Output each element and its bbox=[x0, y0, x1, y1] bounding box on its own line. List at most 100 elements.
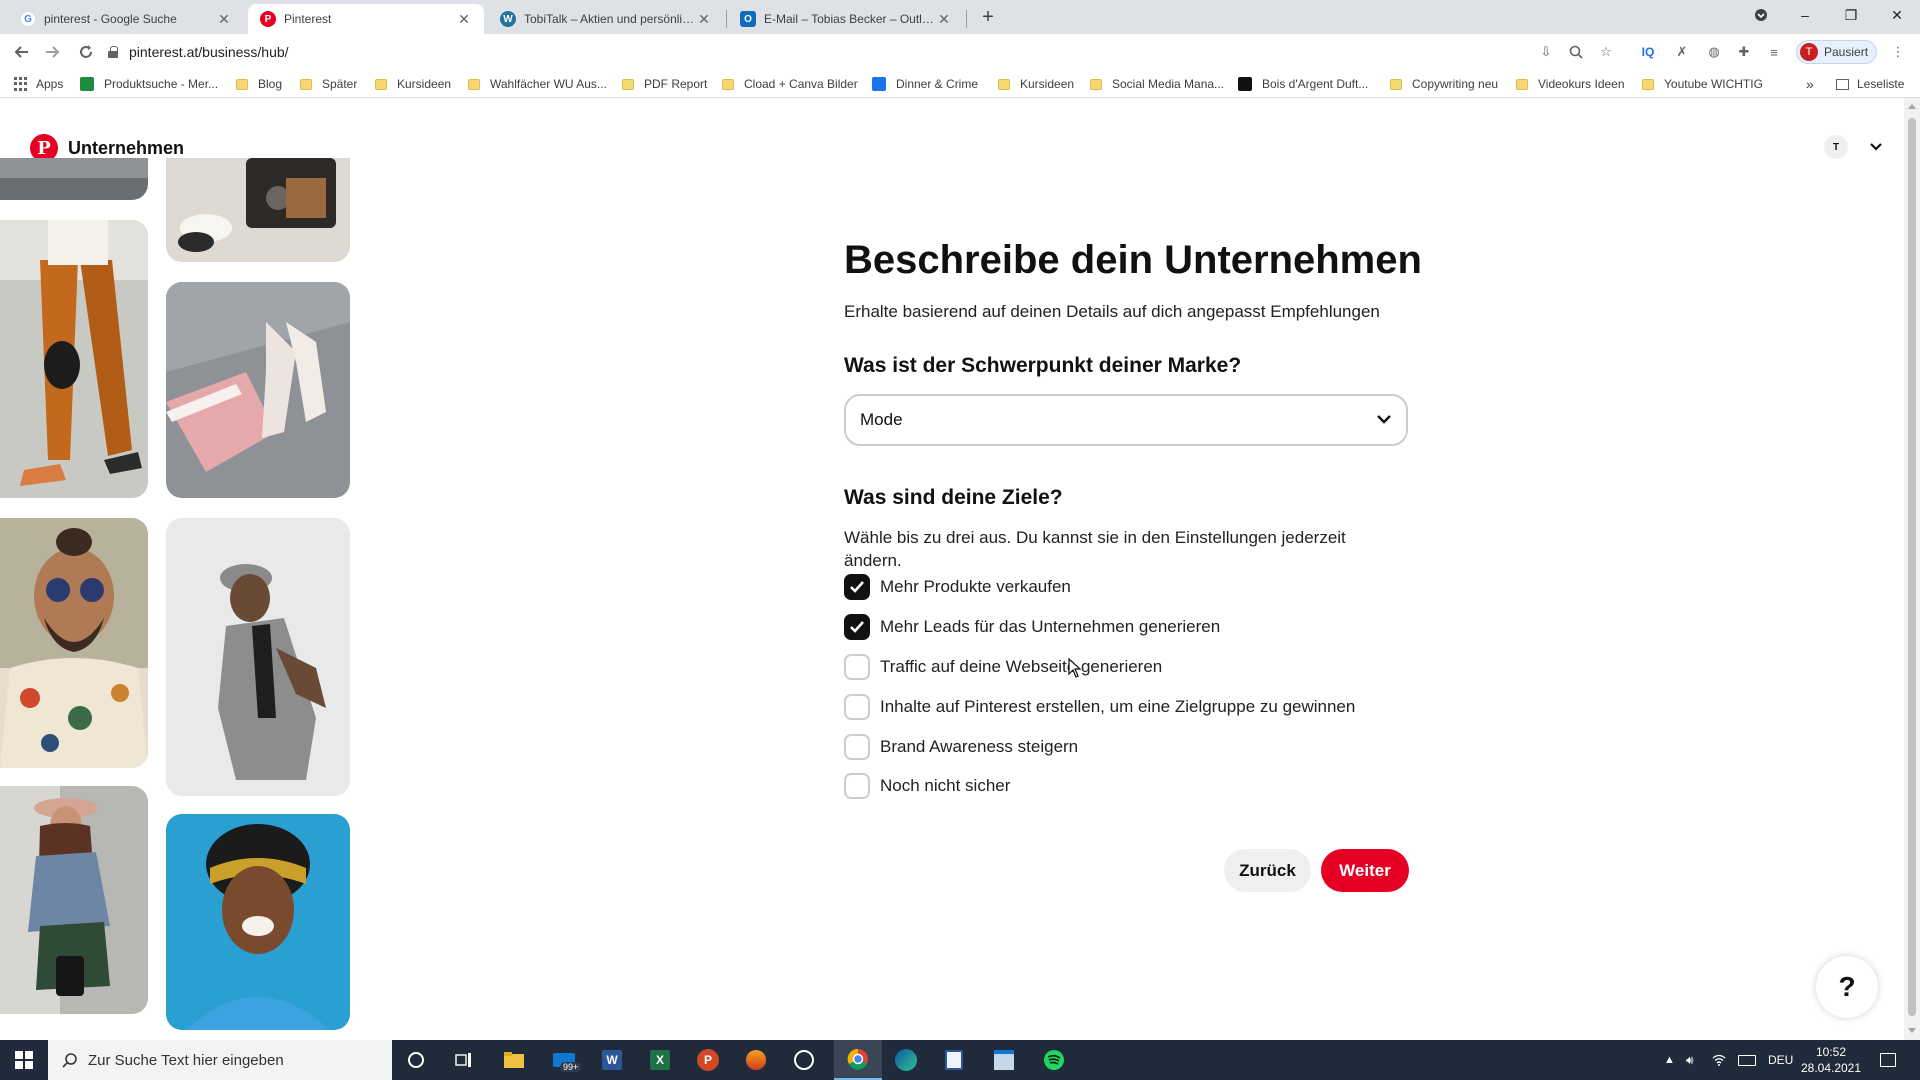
back-button[interactable]: Zurück bbox=[1224, 849, 1311, 892]
clock-date: 28.04.2021 bbox=[1800, 1061, 1862, 1075]
avatar[interactable]: T bbox=[1824, 135, 1848, 159]
minimize-icon[interactable]: – bbox=[1782, 0, 1828, 30]
excel-icon[interactable]: X bbox=[636, 1040, 684, 1080]
checkbox-checked[interactable] bbox=[844, 614, 870, 640]
next-button[interactable]: Weiter bbox=[1321, 849, 1409, 892]
bookmark-apps[interactable]: Apps bbox=[14, 75, 63, 93]
powerpoint-icon[interactable]: P bbox=[684, 1040, 732, 1080]
page-scrollbar[interactable] bbox=[1904, 98, 1920, 1040]
goal-option[interactable]: Traffic auf deine Webseite generieren bbox=[844, 653, 1162, 681]
notification-icon[interactable] bbox=[1880, 1040, 1896, 1080]
checkbox[interactable] bbox=[844, 773, 870, 799]
folder-icon bbox=[1516, 78, 1528, 90]
goal-option[interactable]: Noch nicht sicher bbox=[844, 772, 1010, 800]
volume-icon[interactable]: 🔊︎ bbox=[1686, 1040, 1694, 1080]
folder-icon bbox=[722, 78, 734, 90]
media-queue-icon[interactable]: ≡ bbox=[1764, 42, 1784, 62]
scroll-down-arrow-icon[interactable] bbox=[1908, 1028, 1916, 1033]
bookmark-dinner-crime[interactable]: Dinner & Crime bbox=[872, 75, 978, 93]
checkbox[interactable] bbox=[844, 734, 870, 760]
edge-icon[interactable] bbox=[882, 1040, 930, 1080]
chevron-down-icon[interactable] bbox=[1866, 135, 1886, 159]
bookmark-kursideen-2[interactable]: Kursideen bbox=[998, 75, 1074, 93]
scroll-up-arrow-icon[interactable] bbox=[1908, 104, 1916, 109]
bookmark-social-media[interactable]: Social Media Mana... bbox=[1090, 75, 1224, 93]
restore-icon[interactable]: ❐ bbox=[1828, 0, 1874, 30]
goal-option[interactable]: Mehr Produkte verkaufen bbox=[844, 573, 1071, 601]
new-tab-button[interactable]: + bbox=[976, 6, 1000, 30]
reload-icon[interactable] bbox=[74, 40, 98, 64]
install-app-icon[interactable]: ⇩ bbox=[1536, 42, 1556, 62]
chrome-icon[interactable] bbox=[834, 1040, 882, 1080]
app-window-icon[interactable] bbox=[980, 1040, 1028, 1080]
zoom-icon[interactable] bbox=[1566, 42, 1586, 62]
tab-search-icon[interactable] bbox=[1738, 0, 1784, 30]
goal-label: Inhalte auf Pinterest erstellen, um eine… bbox=[880, 697, 1356, 716]
goals-hint: Wähle bis zu drei aus. Du kannst sie in … bbox=[844, 528, 1346, 570]
word-icon[interactable]: W bbox=[588, 1040, 636, 1080]
extension-iq-icon[interactable]: IQ bbox=[1638, 42, 1658, 62]
checkbox[interactable] bbox=[844, 694, 870, 720]
keyboard-icon[interactable] bbox=[1738, 1040, 1756, 1080]
black-square-icon bbox=[1238, 77, 1252, 91]
windows-start-button[interactable] bbox=[0, 1040, 48, 1080]
address-bar[interactable]: pinterest.at/business/hub/ bbox=[108, 37, 1608, 67]
cortana-icon[interactable] bbox=[392, 1040, 440, 1080]
reading-list-icon bbox=[1836, 78, 1849, 90]
photo-tile bbox=[166, 814, 350, 1030]
brand-focus-select[interactable]: Mode bbox=[844, 394, 1408, 446]
close-window-icon[interactable]: ✕ bbox=[1874, 0, 1920, 30]
forward-arrow-icon[interactable] bbox=[40, 40, 64, 64]
bookmark-kursideen[interactable]: Kursideen bbox=[375, 75, 451, 93]
browser-tab-bar: G pinterest - Google Suche ✕ P Pinterest… bbox=[0, 0, 1920, 34]
bookmark-star-icon[interactable]: ☆ bbox=[1596, 42, 1616, 62]
obs-icon[interactable] bbox=[780, 1040, 828, 1080]
bookmark-spaeter[interactable]: Später bbox=[300, 75, 357, 93]
taskbar-search-input[interactable]: Zur Suche Text hier eingeben bbox=[48, 1040, 392, 1080]
task-view-icon[interactable] bbox=[440, 1040, 488, 1080]
back-arrow-icon[interactable] bbox=[10, 40, 34, 64]
app-blue-doc-icon[interactable] bbox=[930, 1040, 978, 1080]
bookmark-blog[interactable]: Blog bbox=[236, 75, 282, 93]
bookmark-pdf-report[interactable]: PDF Report bbox=[622, 75, 707, 93]
close-icon[interactable]: ✕ bbox=[456, 11, 472, 27]
bookmark-produktsuche[interactable]: Produktsuche - Mer... bbox=[80, 75, 218, 93]
goal-option[interactable]: Brand Awareness steigern bbox=[844, 733, 1078, 761]
tray-show-hidden-icon[interactable]: ▲ bbox=[1664, 1040, 1675, 1080]
app-orange-icon[interactable] bbox=[732, 1040, 780, 1080]
bookmark-bois-dargent[interactable]: Bois d'Argent Duft... bbox=[1238, 75, 1368, 93]
bookmark-copywriting[interactable]: Copywriting neu bbox=[1390, 75, 1498, 93]
help-button[interactable]: ? bbox=[1816, 956, 1878, 1018]
close-icon[interactable]: ✕ bbox=[936, 11, 952, 27]
bookmark-videokurs[interactable]: Videokurs Ideen bbox=[1516, 75, 1625, 93]
reading-list-button[interactable]: Leseliste bbox=[1836, 75, 1904, 93]
bookmark-youtube[interactable]: Youtube WICHTIG bbox=[1642, 75, 1763, 93]
profile-status: Pausiert bbox=[1824, 45, 1869, 59]
checkbox-checked[interactable] bbox=[844, 574, 870, 600]
tab-outlook[interactable]: O E-Mail – Tobias Becker – Outlook ✕ bbox=[728, 4, 964, 34]
menu-kebab-icon[interactable]: ⋮ bbox=[1888, 42, 1908, 62]
close-icon[interactable]: ✕ bbox=[696, 11, 712, 27]
extension-globe-icon[interactable]: ◍ bbox=[1704, 42, 1724, 62]
wifi-icon[interactable] bbox=[1712, 1040, 1726, 1080]
goal-option[interactable]: Mehr Leads für das Unternehmen generiere… bbox=[844, 613, 1220, 641]
checkbox[interactable] bbox=[844, 654, 870, 680]
spotify-icon[interactable] bbox=[1030, 1040, 1078, 1080]
profile-button[interactable]: T Pausiert bbox=[1796, 40, 1878, 64]
tab-google-search[interactable]: G pinterest - Google Suche ✕ bbox=[8, 4, 244, 34]
file-explorer-icon[interactable] bbox=[490, 1040, 538, 1080]
tab-tobitalk[interactable]: W TobiTalk – Aktien und persönliche ✕ bbox=[488, 4, 724, 34]
close-icon[interactable]: ✕ bbox=[216, 11, 232, 27]
tab-pinterest[interactable]: P Pinterest ✕ bbox=[248, 4, 484, 34]
bookmark-wahlfaecher[interactable]: Wahlfächer WU Aus... bbox=[468, 75, 607, 93]
scrollbar-thumb[interactable] bbox=[1908, 118, 1916, 1016]
goal-label: Noch nicht sicher bbox=[880, 776, 1011, 795]
extensions-puzzle-icon[interactable]: ✚ bbox=[1734, 42, 1754, 62]
extension-badge-icon[interactable]: ✗ bbox=[1672, 42, 1692, 62]
mail-app-icon[interactable]: 99+ bbox=[540, 1040, 588, 1080]
taskbar-clock[interactable]: 10:52 28.04.2021 bbox=[1796, 1044, 1866, 1076]
bookmark-cload-canva[interactable]: Cload + Canva Bilder bbox=[722, 75, 858, 93]
bookmarks-overflow-button[interactable]: » bbox=[1806, 75, 1814, 93]
input-language[interactable]: DEU bbox=[1768, 1040, 1793, 1080]
goal-option[interactable]: Inhalte auf Pinterest erstellen, um eine… bbox=[844, 693, 1355, 721]
